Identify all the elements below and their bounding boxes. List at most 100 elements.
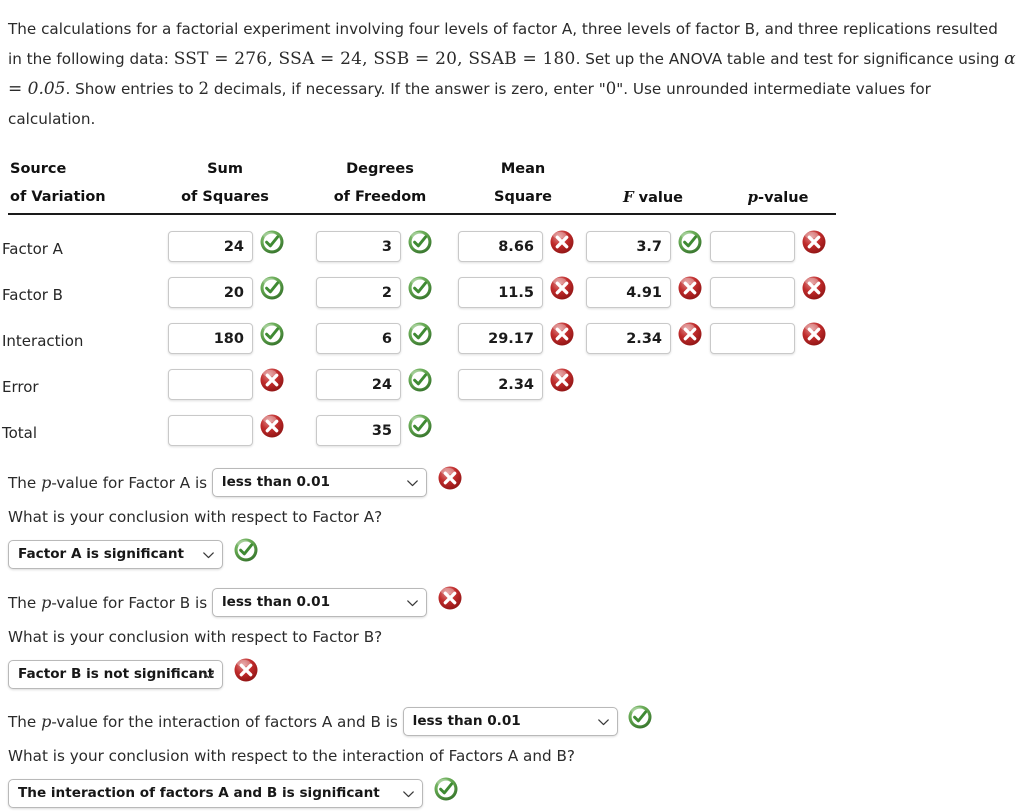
chevron-down-icon[interactable] xyxy=(403,790,414,798)
input-error-col1[interactable] xyxy=(168,369,253,400)
correct-check-icon xyxy=(259,275,285,301)
input-factor-b-col1[interactable] xyxy=(168,277,253,308)
table-cell xyxy=(168,414,284,446)
input-interaction-col5[interactable] xyxy=(710,323,795,354)
p-value-line-1: The p-value for Factor A is less than 0.… xyxy=(8,466,463,497)
table-cell xyxy=(710,276,826,308)
table-cell xyxy=(586,276,702,308)
table-row: Interaction xyxy=(0,318,860,364)
column-header-degrees-of-freedom: Degrees of Freedom xyxy=(333,161,427,205)
conclusion-select-1[interactable]: Factor A is significant xyxy=(8,540,223,569)
incorrect-cross-icon xyxy=(437,585,463,611)
column-header-source-of-variation: Source of Variation xyxy=(10,161,106,205)
p-value-label-3: The p-value for the interaction of facto… xyxy=(8,712,403,731)
row-label-factor-b: Factor B xyxy=(2,286,63,304)
column-header-sum-of-squares: Sum of Squares xyxy=(181,161,269,205)
table-header-rule xyxy=(8,213,836,215)
input-interaction-col3[interactable] xyxy=(458,323,543,354)
chevron-down-icon[interactable] xyxy=(407,479,418,487)
row-label-interaction: Interaction xyxy=(2,332,84,350)
p-value-label-1: The p-value for Factor A is xyxy=(8,473,212,492)
incorrect-cross-icon xyxy=(549,321,575,347)
p-value-select-3[interactable]: less than 0.01 xyxy=(402,707,618,736)
input-interaction-col4[interactable] xyxy=(586,323,671,354)
conclusion-select-value-1: Factor A is significant xyxy=(18,546,185,562)
table-cell xyxy=(710,230,826,262)
problem-statement: The calculations for a factorial experim… xyxy=(8,14,1016,134)
chevron-down-icon[interactable] xyxy=(203,551,214,559)
table-cell xyxy=(168,368,284,400)
table-cell xyxy=(710,322,826,354)
input-total-col1[interactable] xyxy=(168,415,253,446)
anova-table-header: Source of Variation Sum of Squares Degre… xyxy=(8,155,838,213)
chevron-down-icon[interactable] xyxy=(203,671,214,679)
chevron-down-icon[interactable] xyxy=(407,599,418,607)
correct-check-icon xyxy=(433,776,459,802)
input-factor-b-col2[interactable] xyxy=(316,277,401,308)
conclusion-answer-line-1: Factor A is significant xyxy=(8,537,259,569)
chevron-down-icon[interactable] xyxy=(597,718,609,726)
p-value-line-2: The p-value for Factor B is less than 0.… xyxy=(8,585,463,617)
conclusion-select-value-2: Factor B is not significant xyxy=(18,666,215,682)
conclusion-select-2[interactable]: Factor B is not significant xyxy=(8,660,223,689)
anova-table: Source of Variation Sum of Squares Degre… xyxy=(8,155,838,213)
input-factor-a-col4[interactable] xyxy=(586,231,671,262)
table-cell xyxy=(316,230,432,262)
table-cell xyxy=(316,276,432,308)
table-cell xyxy=(316,322,432,354)
incorrect-cross-icon xyxy=(259,367,285,393)
problem-text-part-3: . Show entries to xyxy=(65,80,199,98)
correct-check-icon xyxy=(407,367,433,393)
table-cell xyxy=(458,322,574,354)
table-row: Error xyxy=(0,364,860,410)
incorrect-cross-icon xyxy=(801,229,827,255)
incorrect-cross-icon xyxy=(677,275,703,301)
correct-check-icon xyxy=(259,321,285,347)
input-total-col2[interactable] xyxy=(316,415,401,446)
math-ssab: SSAB = 180 xyxy=(468,49,576,69)
row-label-total: Total xyxy=(2,424,38,442)
math-ssb: SSB = 20, xyxy=(373,49,463,69)
table-row: Factor A xyxy=(0,226,860,272)
conclusion-question-3: What is your conclusion with respect to … xyxy=(8,747,575,765)
input-factor-b-col3[interactable] xyxy=(458,277,543,308)
p-value-select-2[interactable]: less than 0.01 xyxy=(211,588,427,617)
input-interaction-col2[interactable] xyxy=(316,323,401,354)
input-factor-a-col2[interactable] xyxy=(316,231,401,262)
table-cell xyxy=(168,322,284,354)
table-cell xyxy=(458,368,574,400)
conclusion-select-3[interactable]: The interaction of factors A and B is si… xyxy=(8,779,423,808)
input-factor-a-col5[interactable] xyxy=(710,231,795,262)
input-factor-a-col3[interactable] xyxy=(458,231,543,262)
p-value-select-value-1: less than 0.01 xyxy=(221,474,331,490)
problem-text-part-4: decimals, if necessary. If the answer is… xyxy=(209,80,606,98)
correct-check-icon xyxy=(259,229,285,255)
math-sst: SST = 276, xyxy=(173,49,273,69)
table-cell xyxy=(586,322,702,354)
column-header-f-value: F value xyxy=(622,188,684,206)
input-factor-b-col4[interactable] xyxy=(586,277,671,308)
correct-check-icon xyxy=(407,413,433,439)
p-value-select-1[interactable]: less than 0.01 xyxy=(211,468,427,497)
problem-text-part-2: . Set up the ANOVA table and test for si… xyxy=(575,50,1005,68)
input-error-col3[interactable] xyxy=(458,369,543,400)
table-row: Total xyxy=(0,410,860,456)
table-cell xyxy=(316,368,432,400)
input-interaction-col1[interactable] xyxy=(168,323,253,354)
input-factor-b-col5[interactable] xyxy=(710,277,795,308)
incorrect-cross-icon xyxy=(259,413,285,439)
table-row: Factor B xyxy=(0,272,860,318)
row-label-factor-a: Factor A xyxy=(2,240,63,258)
row-label-error: Error xyxy=(2,378,39,396)
input-error-col2[interactable] xyxy=(316,369,401,400)
p-value-label-2: The p-value for Factor B is xyxy=(8,593,212,612)
input-factor-a-col1[interactable] xyxy=(168,231,253,262)
table-cell xyxy=(458,230,574,262)
math-two: 2 xyxy=(198,79,210,98)
correct-check-icon xyxy=(233,537,259,563)
conclusion-question-1: What is your conclusion with respect to … xyxy=(8,508,383,526)
p-value-select-value-2: less than 0.01 xyxy=(221,594,331,610)
correct-check-icon xyxy=(407,275,433,301)
p-value-line-3: The p-value for the interaction of facto… xyxy=(8,705,653,736)
correct-check-icon xyxy=(677,229,703,255)
